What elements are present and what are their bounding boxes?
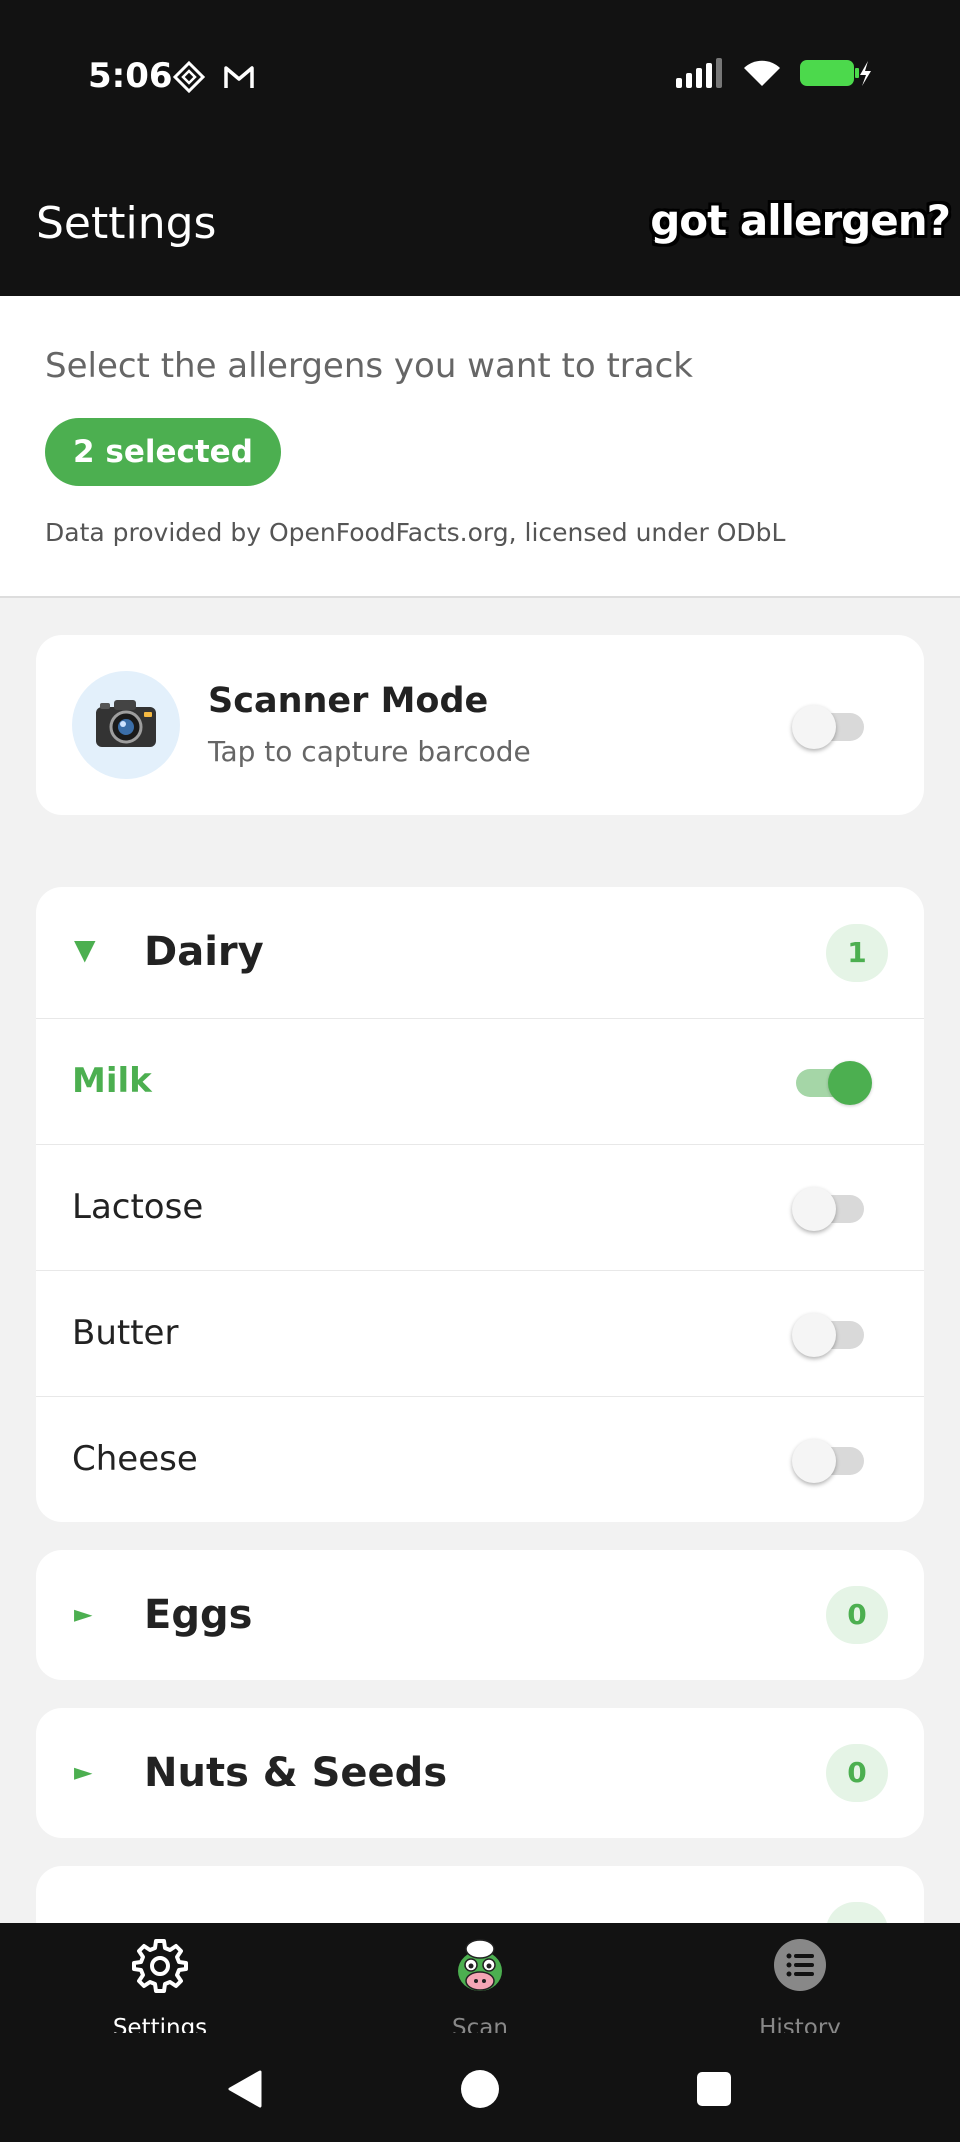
- chevron-right-icon: ►: [74, 1600, 93, 1628]
- selected-count-badge: 2 selected: [45, 418, 281, 486]
- toggle-knob: [792, 1187, 836, 1231]
- category-header-eggs[interactable]: ► Eggs 0: [36, 1550, 924, 1680]
- category-eggs[interactable]: ► Eggs 0: [36, 1550, 924, 1680]
- wifi-icon: [742, 58, 782, 92]
- signal-icon: [674, 58, 724, 92]
- mascot-icon: [452, 1937, 508, 1993]
- system-nav-bar: [0, 2033, 960, 2142]
- allergen-label: Lactose: [72, 1187, 204, 1227]
- nav-history[interactable]: History: [700, 1923, 900, 2041]
- toggle-knob: [792, 1313, 836, 1357]
- cheese-toggle[interactable]: [792, 1439, 868, 1483]
- chevron-down-icon: ▼: [74, 933, 96, 966]
- allergen-prompt: Select the allergens you want to track: [45, 346, 693, 386]
- scanner-avatar: [72, 671, 180, 779]
- butter-toggle[interactable]: [792, 1313, 868, 1357]
- category-title: Eggs: [144, 1592, 253, 1638]
- status-time: 5:06: [88, 56, 173, 96]
- bottom-nav: Settings Scan History: [0, 1923, 960, 2041]
- category-header-nuts-seeds[interactable]: ► Nuts & Seeds 0: [36, 1708, 924, 1838]
- home-icon[interactable]: [460, 2069, 500, 2113]
- nav-settings[interactable]: Settings: [60, 1923, 260, 2041]
- page-title: Settings: [36, 198, 217, 249]
- data-attribution: Data provided by OpenFoodFacts.org, lice…: [45, 518, 786, 547]
- toggle-knob: [792, 705, 836, 749]
- recents-icon[interactable]: [696, 2071, 732, 2111]
- toggle-knob: [792, 1439, 836, 1483]
- allergen-header: Select the allergens you want to track 2…: [0, 296, 960, 598]
- category-title: Nuts & Seeds: [144, 1750, 448, 1796]
- battery-charging-icon: [800, 58, 872, 92]
- gear-icon: [132, 1937, 188, 1993]
- category-title: Dairy: [144, 929, 264, 975]
- list-icon: [772, 1937, 828, 1993]
- scanner-mode-subtitle: Tap to capture barcode: [208, 735, 531, 768]
- allergen-label: Butter: [72, 1313, 179, 1353]
- category-count-badge: 0: [826, 1586, 888, 1644]
- milk-toggle[interactable]: [792, 1061, 872, 1105]
- allergen-row-cheese[interactable]: Cheese: [36, 1397, 924, 1522]
- scanner-mode-title: Scanner Mode: [208, 681, 489, 721]
- category-nuts-seeds[interactable]: ► Nuts & Seeds 0: [36, 1708, 924, 1838]
- chevron-right-icon: ►: [74, 1758, 93, 1786]
- lactose-toggle[interactable]: [792, 1187, 868, 1231]
- brand-logo: got allergen?: [650, 196, 951, 245]
- allergen-label: Milk: [72, 1061, 152, 1101]
- toggle-knob: [828, 1061, 872, 1105]
- nav-scan[interactable]: Scan: [380, 1923, 580, 2041]
- scanner-mode-card[interactable]: Scanner Mode Tap to capture barcode: [36, 635, 924, 815]
- gmail-icon: [222, 60, 256, 94]
- category-count-badge: 0: [826, 1744, 888, 1802]
- scanner-mode-toggle[interactable]: [792, 705, 868, 749]
- allergen-row-lactose[interactable]: Lactose: [36, 1145, 924, 1271]
- category-count-badge: 1: [826, 924, 888, 982]
- back-icon[interactable]: [226, 2069, 264, 2113]
- category-header-dairy[interactable]: ▼ Dairy 1: [36, 887, 924, 1019]
- camera-icon: [94, 697, 158, 753]
- status-right-icons: [674, 58, 872, 92]
- app-bar: Settings got allergen?: [0, 150, 960, 296]
- allergen-label: Cheese: [72, 1439, 198, 1479]
- status-bar: 5:06: [0, 0, 960, 150]
- allergen-row-milk[interactable]: Milk: [36, 1019, 924, 1145]
- diamond-app-icon: [172, 60, 206, 94]
- allergen-row-butter[interactable]: Butter: [36, 1271, 924, 1397]
- category-dairy: ▼ Dairy 1 Milk Lactose Butter Cheese: [36, 887, 924, 1522]
